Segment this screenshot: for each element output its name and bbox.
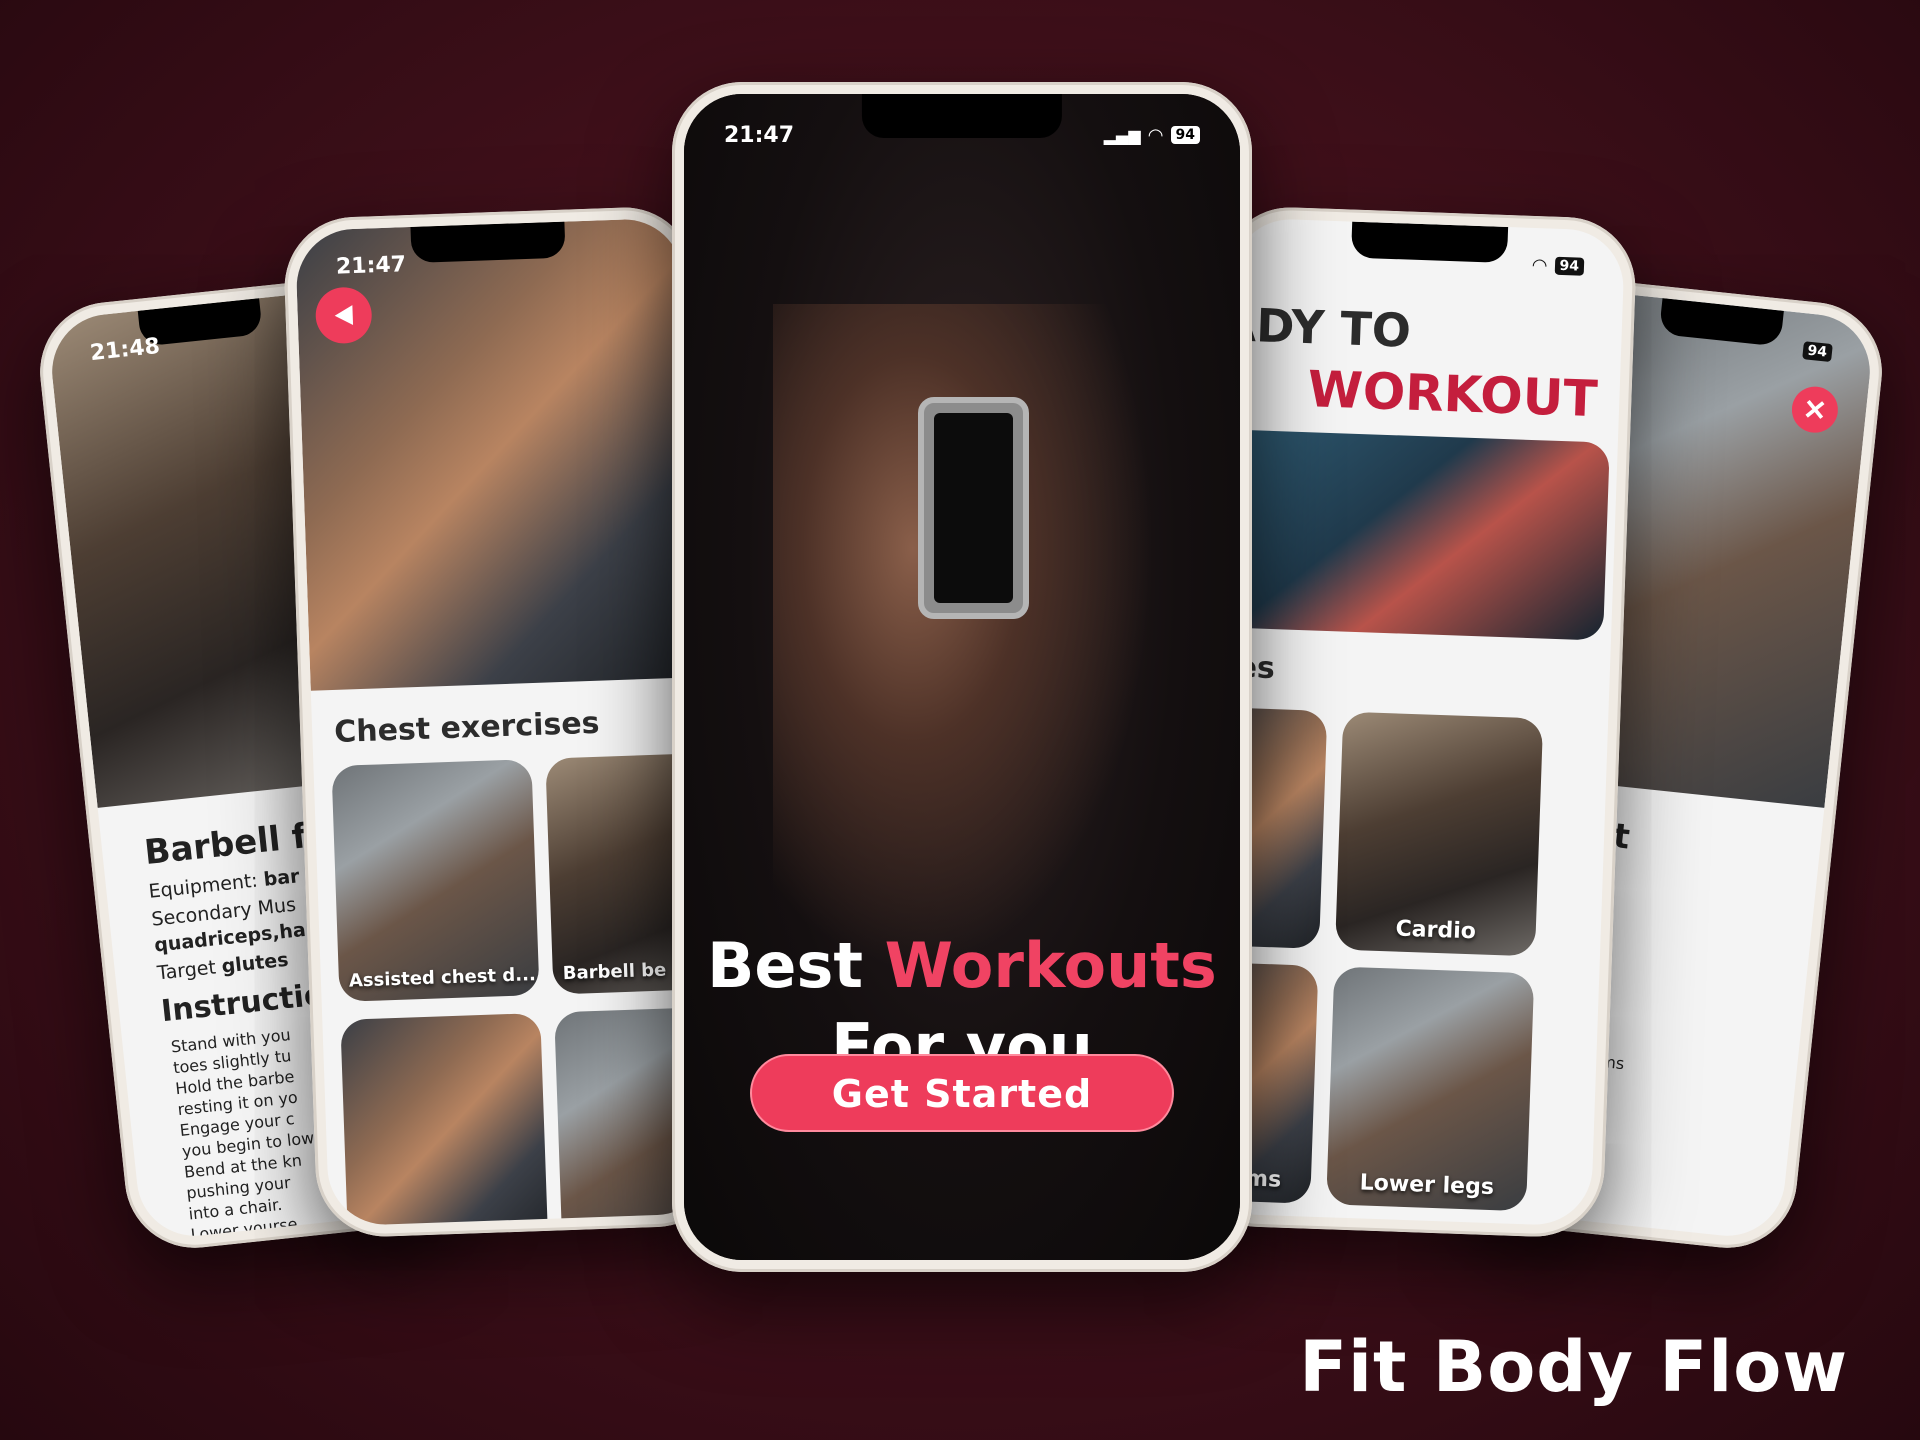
battery-indicator: 94 — [1554, 256, 1585, 276]
get-started-button[interactable]: Get Started — [750, 1054, 1174, 1132]
status-icons: ▂▄▆ ◠ 94 — [1104, 125, 1200, 146]
brand-name: Fit Body Flow — [1299, 1326, 1848, 1408]
tile-label: Lower legs — [1359, 1170, 1495, 1201]
screen: 21:47 ▂▄▆ ◠ 94 Best Workouts For you Get… — [684, 94, 1240, 1260]
wifi-icon: ◠ — [1532, 254, 1547, 276]
section-title: Chest exercises — [333, 705, 601, 750]
target-value: glutes — [220, 948, 290, 978]
category-tile[interactable]: Lower legs — [1326, 966, 1535, 1212]
exercise-tile[interactable]: Assisted chest d... — [331, 759, 540, 1002]
instruction-line: the ground or s — [192, 1234, 316, 1242]
heading-line2: WORKOUT — [1306, 360, 1599, 429]
phone-categories: ◠ 94 ADY TO WORKOUT ses ck Cardio r arms… — [1187, 205, 1638, 1239]
battery-indicator: 94 — [1170, 126, 1200, 144]
close-icon: ✕ — [1801, 393, 1829, 427]
signal-icon: ▂▄▆ — [1103, 125, 1141, 145]
hero-title-accent: Workouts — [884, 929, 1217, 1002]
instructions-heading: Instructio — [159, 977, 327, 1030]
status-time: 21:47 — [335, 251, 407, 280]
status-icons: 94 — [1801, 341, 1833, 363]
hero-photo — [294, 217, 697, 691]
screen: 21:47 Chest exercises Assisted chest d..… — [294, 217, 716, 1227]
target-label: Target — [156, 956, 217, 985]
status-bar: 21:47 ▂▄▆ ◠ 94 — [684, 120, 1240, 150]
hero-title-word: Best — [707, 929, 864, 1002]
equipment-label: Equipment: — [147, 869, 259, 903]
status-bar: ◠ 94 — [1233, 239, 1625, 283]
equipment-value: bar — [262, 865, 301, 891]
featured-photo[interactable] — [1220, 429, 1611, 641]
back-arrow-icon — [334, 305, 354, 326]
tile-label: Assisted chest d... — [348, 964, 537, 992]
tile-label: Barbell decline ... — [357, 1218, 536, 1226]
status-icons: ◠ 94 — [1532, 254, 1585, 277]
status-time: 21:48 — [88, 333, 162, 366]
tile-label: Barbell be — [562, 959, 667, 985]
tile-label: Barbell dec — [571, 1213, 687, 1227]
phone-onboarding: 21:47 ▂▄▆ ◠ 94 Best Workouts For you Get… — [672, 82, 1252, 1272]
status-time: 21:47 — [724, 122, 795, 148]
armband-phone — [917, 397, 1029, 619]
hero-title-line1: Best Workouts — [684, 926, 1240, 1007]
tile-label: Cardio — [1395, 916, 1477, 945]
wifi-icon: ◠ — [1148, 124, 1163, 146]
exercise-tile[interactable]: Barbell decline ... — [340, 1012, 549, 1227]
phone-chest-exercises: 21:47 Chest exercises Assisted chest d..… — [282, 205, 728, 1239]
battery-indicator: 94 — [1801, 341, 1833, 363]
category-tile[interactable]: Cardio — [1335, 711, 1544, 957]
screen: ◠ 94 ADY TO WORKOUT ses ck Cardio r arms… — [1199, 217, 1626, 1227]
